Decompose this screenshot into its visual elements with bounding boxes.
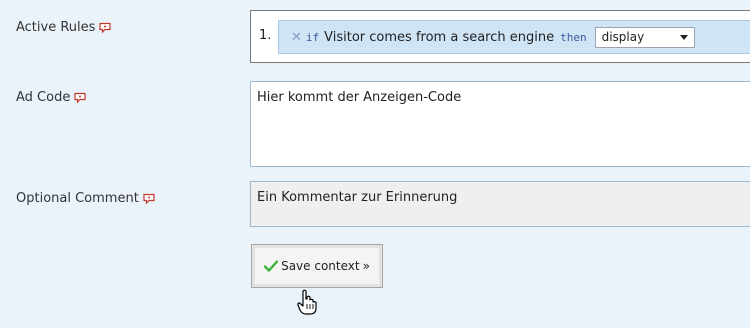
comment-textarea[interactable]: Ein Kommentar zur Erinnerung [250, 181, 750, 227]
save-context-button[interactable]: Save context » [251, 244, 383, 288]
active-rules-box: 1. ✕ if Visitor comes from a search engi… [250, 10, 750, 63]
save-context-suffix: » [362, 259, 370, 273]
chevron-down-icon [679, 34, 688, 40]
active-rules-label: Active Rules [16, 20, 96, 35]
rule-number: 1. [259, 28, 272, 43]
action-select-value: display [601, 30, 645, 44]
save-context-label: Save context [281, 259, 360, 273]
check-icon [263, 260, 279, 272]
rule-condition: Visitor comes from a search engine [324, 29, 555, 45]
ad-code-textarea[interactable]: Hier kommt der Anzeigen-Code [250, 81, 750, 167]
if-keyword: if [305, 30, 320, 44]
active-rules-label-row: Active Rules [16, 20, 112, 35]
action-select[interactable]: display [594, 26, 695, 48]
ad-code-label-row: Ad Code [16, 90, 86, 105]
help-icon[interactable] [143, 193, 155, 205]
comment-label: Optional Comment [16, 191, 139, 206]
help-icon[interactable] [99, 22, 112, 34]
comment-label-row: Optional Comment [16, 191, 155, 206]
ad-code-label: Ad Code [16, 90, 71, 105]
hand-pointer-icon [297, 289, 317, 315]
then-keyword: then [560, 30, 587, 44]
rule-item[interactable]: ✕ if Visitor comes from a search engine … [278, 20, 750, 54]
help-icon[interactable] [74, 92, 86, 104]
remove-rule-icon[interactable]: ✕ [291, 30, 302, 45]
